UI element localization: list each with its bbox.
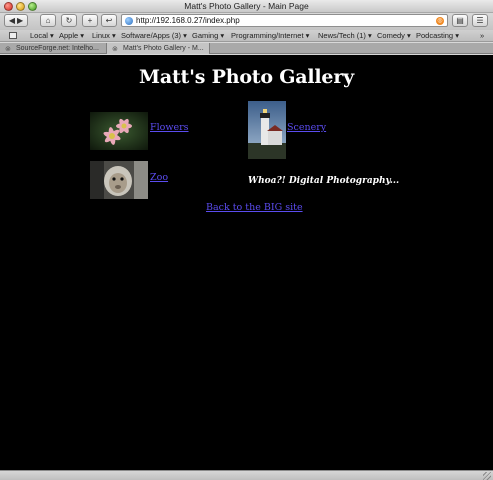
bookmark-folder-comedy[interactable]: Comedy ▾ <box>377 31 411 40</box>
reload-button[interactable]: ↻ <box>61 14 77 27</box>
page-menu-icon: ☰ <box>476 16 484 25</box>
gallery-link-flowers[interactable]: Flowers <box>150 122 189 133</box>
close-tab-icon[interactable]: ⊗ <box>112 44 118 54</box>
page-title: Matt's Photo Gallery <box>139 66 354 88</box>
reload-icon: ↻ <box>65 16 73 25</box>
home-button[interactable]: ⌂ <box>40 14 56 27</box>
bookmark-folder-apple[interactable]: Apple ▾ <box>59 31 84 40</box>
bookmark-folder-software[interactable]: Software/Apps (3) ▾ <box>121 31 187 40</box>
monkey-photo[interactable] <box>90 161 148 199</box>
window-title: Matt's Photo Gallery - Main Page <box>184 1 309 11</box>
url-text[interactable]: http://192.168.0.27/index.php <box>136 16 240 25</box>
plus-icon: + <box>87 16 93 25</box>
address-bar[interactable]: http://192.168.0.27/index.php ◎ <box>121 14 448 27</box>
tab-sourceforge[interactable]: ⊗ SourceForge.net: Intelho... <box>0 43 107 54</box>
window-titlebar: Matt's Photo Gallery - Main Page <box>0 0 493 13</box>
browser-toolbar: ◀ ▶ ⌂ ↻ + ↩ http://192.168.0.27/index.php… <box>0 13 493 30</box>
gallery-link-scenery[interactable]: Scenery <box>287 122 326 133</box>
rss-icon[interactable]: ◎ <box>436 17 444 25</box>
resize-grip-icon[interactable] <box>483 472 491 480</box>
print-button[interactable]: ▤ <box>452 14 468 27</box>
tab-label: SourceForge.net: Intelho... <box>16 45 99 52</box>
tagline: Whoa?! Digital Photography... <box>248 176 400 186</box>
add-bookmark-button[interactable]: + <box>82 14 98 27</box>
bookmarks-book-icon[interactable] <box>9 32 17 39</box>
tab-label: Matt's Photo Gallery - M... <box>123 45 204 52</box>
bookmarks-overflow-button[interactable]: » <box>480 31 484 40</box>
tab-bar: ⊗ SourceForge.net: Intelho... ⊗ Matt's P… <box>0 43 493 54</box>
home-icon: ⌂ <box>45 16 51 25</box>
page-content: Matt's Photo Gallery Flowers Scenery Zoo… <box>0 55 493 470</box>
flowers-thumbnail[interactable] <box>90 112 148 150</box>
snapback-icon: ↩ <box>105 16 113 25</box>
page-menu-button[interactable]: ☰ <box>472 14 488 27</box>
flowers-photo[interactable] <box>90 112 148 150</box>
lighthouse-photo[interactable] <box>248 101 286 159</box>
zoo-thumbnail[interactable] <box>90 161 148 199</box>
tab-photo-gallery[interactable]: ⊗ Matt's Photo Gallery - M... <box>107 43 210 54</box>
status-bar <box>0 470 493 480</box>
bookmark-folder-local[interactable]: Local ▾ <box>30 31 54 40</box>
back-arrow-icon[interactable]: ◀ <box>9 16 15 25</box>
bookmark-folder-podcasting[interactable]: Podcasting ▾ <box>416 31 459 40</box>
scenery-thumbnail[interactable] <box>248 101 286 159</box>
globe-icon <box>125 17 133 25</box>
close-tab-icon[interactable]: ⊗ <box>5 44 11 54</box>
gallery-link-zoo[interactable]: Zoo <box>150 172 168 183</box>
snapback-button[interactable]: ↩ <box>101 14 117 27</box>
bookmarks-bar: Local ▾ Apple ▾ Linux ▾ Software/Apps (3… <box>0 30 493 42</box>
back-forward-button[interactable]: ◀ ▶ <box>4 14 28 27</box>
bookmark-folder-gaming[interactable]: Gaming ▾ <box>192 31 224 40</box>
bookmark-folder-linux[interactable]: Linux ▾ <box>92 31 116 40</box>
print-icon: ▤ <box>456 16 464 25</box>
forward-arrow-icon[interactable]: ▶ <box>17 16 23 25</box>
bookmark-folder-programming[interactable]: Programming/Internet ▾ <box>231 31 309 40</box>
back-to-big-site-link[interactable]: Back to the BIG site <box>206 202 303 213</box>
bookmark-folder-news[interactable]: News/Tech (1) ▾ <box>318 31 372 40</box>
